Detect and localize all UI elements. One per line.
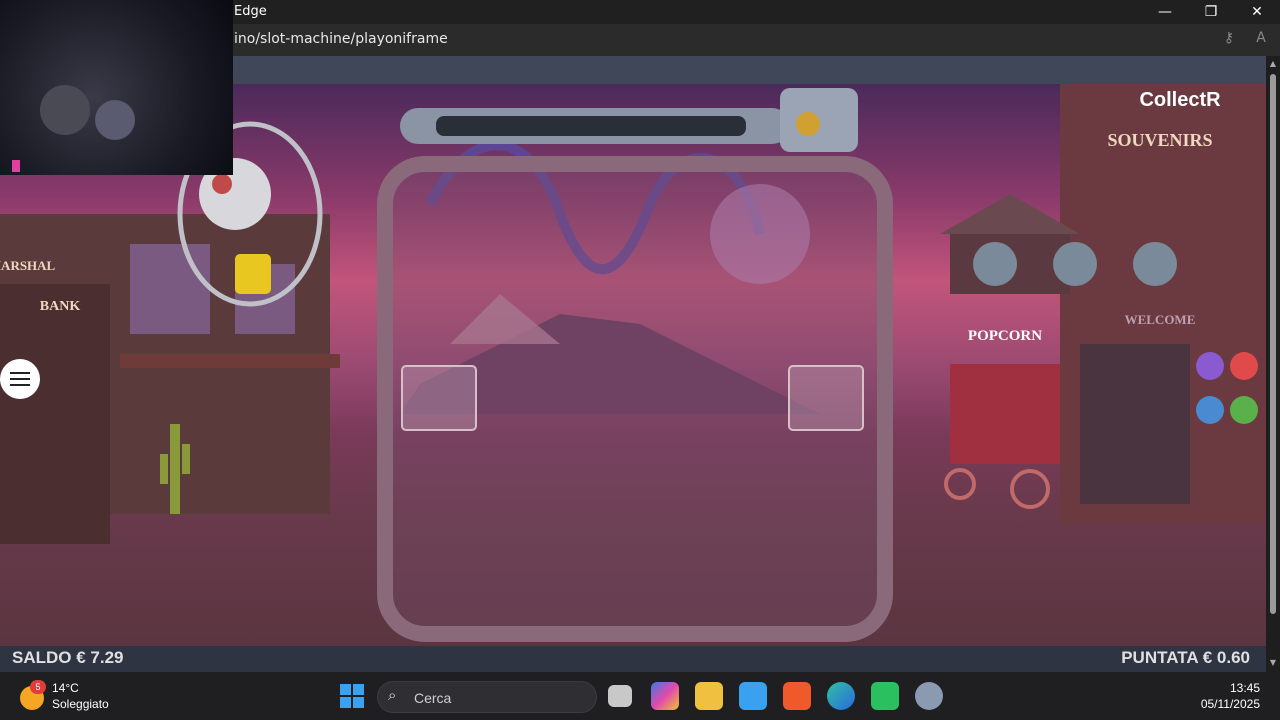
key-icon[interactable]: ⚷ bbox=[1219, 30, 1239, 50]
popcorn-cart bbox=[950, 364, 1060, 464]
taskbar-search[interactable]: ⌕ Cerca bbox=[377, 681, 597, 713]
marshal-sign: MARSHAL bbox=[0, 258, 56, 273]
welcome-sign: WELCOME bbox=[1125, 312, 1196, 327]
bull-icon bbox=[973, 242, 1017, 286]
bird-icon bbox=[1196, 396, 1224, 424]
bird-icon bbox=[1196, 352, 1224, 380]
game-menu-button[interactable] bbox=[0, 359, 40, 399]
copilot-icon[interactable] bbox=[651, 682, 679, 710]
bull-icon bbox=[1133, 242, 1177, 286]
game-status-bar: SALDO € 7.29 PUNTATA € 0.60 bbox=[0, 646, 1266, 672]
start-button[interactable] bbox=[340, 684, 364, 708]
page-scrollbar[interactable]: ▲ ▼ bbox=[1266, 56, 1280, 672]
scrollbar-thumb[interactable] bbox=[1270, 74, 1276, 614]
balance-label: SALDO € 7.29 bbox=[12, 648, 124, 667]
bird-icon bbox=[1230, 352, 1258, 380]
window-title: Edge bbox=[234, 4, 267, 19]
popcorn-sign: POPCORN bbox=[968, 328, 1042, 344]
windows-taskbar: 5 14°C Soleggiato ⌕ Cerca 13:45 05/11/20… bbox=[0, 672, 1280, 720]
search-placeholder: Cerca bbox=[414, 690, 452, 706]
read-aloud-icon[interactable]: A bbox=[1251, 30, 1271, 50]
notification-badge: 5 bbox=[30, 680, 46, 694]
collect-meter-fill bbox=[436, 116, 746, 136]
system-clock[interactable]: 13:45 05/11/2025 bbox=[1201, 680, 1260, 712]
welcome-door bbox=[1080, 344, 1190, 504]
souvenirs-sign: SOUVENIRS bbox=[1107, 130, 1212, 150]
collectr-logo: CollectR bbox=[1139, 89, 1221, 111]
restore-button[interactable]: ❐ bbox=[1188, 0, 1234, 24]
weather-desc: Soleggiato bbox=[52, 697, 109, 711]
brave-icon[interactable] bbox=[783, 682, 811, 710]
store-icon[interactable] bbox=[739, 682, 767, 710]
bull-icon bbox=[1053, 242, 1097, 286]
scroll-down-icon[interactable]: ▼ bbox=[1268, 658, 1278, 668]
person-silhouette bbox=[95, 100, 135, 140]
scroll-up-icon[interactable]: ▲ bbox=[1268, 59, 1278, 69]
close-button[interactable]: ✕ bbox=[1234, 0, 1280, 24]
file-explorer-icon[interactable] bbox=[695, 682, 723, 710]
webcam-light bbox=[12, 160, 20, 172]
padlock-icon bbox=[235, 254, 271, 294]
game-app-icon[interactable] bbox=[871, 682, 899, 710]
bank-building bbox=[0, 284, 110, 544]
saloon-awning bbox=[120, 354, 340, 368]
url-text[interactable]: ino/slot-machine/playoniframe bbox=[234, 31, 448, 47]
clock-time: 13:45 bbox=[1229, 681, 1260, 695]
person-silhouette bbox=[40, 85, 90, 135]
saloon-window bbox=[130, 244, 210, 334]
cactus bbox=[170, 424, 180, 514]
search-icon: ⌕ bbox=[388, 687, 397, 704]
minimize-button[interactable]: — bbox=[1142, 0, 1188, 24]
webcam-overlay bbox=[0, 0, 233, 175]
train-icon-right bbox=[788, 365, 864, 431]
bank-sign: BANK bbox=[40, 299, 81, 314]
clock-date: 05/11/2025 bbox=[1200, 697, 1260, 711]
task-view-icon[interactable] bbox=[608, 685, 632, 707]
settings-icon[interactable] bbox=[915, 682, 943, 710]
bird-icon bbox=[1230, 396, 1258, 424]
bet-label: PUNTATA € 0.60 bbox=[1121, 648, 1250, 667]
edge-icon[interactable] bbox=[827, 682, 855, 710]
train-icon-left bbox=[401, 365, 477, 431]
weather-temp: 14°C bbox=[52, 681, 79, 695]
